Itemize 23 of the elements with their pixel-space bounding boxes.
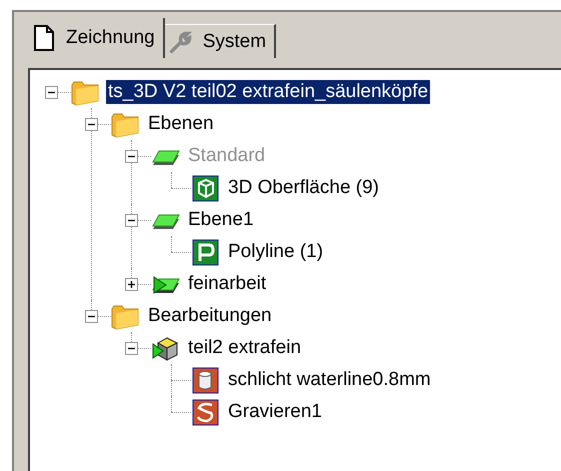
tree-item[interactable]: Bearbeitungen — [146, 304, 274, 328]
collapse-toggle[interactable] — [84, 310, 98, 322]
collapse-toggle[interactable] — [44, 86, 58, 98]
cylinder-icon — [190, 365, 220, 395]
tree-item[interactable]: 3D Oberfläche (9) — [226, 176, 382, 200]
tree-item[interactable]: feinarbeit — [186, 272, 268, 296]
tree-item[interactable]: Polyline (1) — [226, 240, 326, 264]
collapse-toggle[interactable] — [124, 150, 138, 162]
collapse-toggle[interactable] — [124, 214, 138, 226]
tab[interactable]: System — [164, 24, 276, 58]
tree-item[interactable]: Ebenen — [146, 112, 216, 136]
tree-item[interactable]: teil2 extrafein — [186, 336, 304, 360]
collapse-toggle[interactable] — [84, 118, 98, 130]
expand-toggle[interactable] — [124, 278, 138, 290]
tree-item[interactable]: ts_3D V2 teil02 extrafein_säulenköpfe — [106, 80, 430, 104]
tree-item[interactable]: schlicht waterline0.8mm — [226, 368, 433, 392]
tree-item[interactable]: Gravieren1 — [226, 400, 324, 424]
collapse-toggle[interactable] — [124, 342, 138, 354]
polyline-icon — [190, 237, 220, 267]
tree-item[interactable]: Ebene1 — [186, 208, 256, 232]
page-icon — [32, 24, 56, 52]
cube-icon — [190, 173, 220, 203]
engrave-icon — [190, 397, 220, 427]
